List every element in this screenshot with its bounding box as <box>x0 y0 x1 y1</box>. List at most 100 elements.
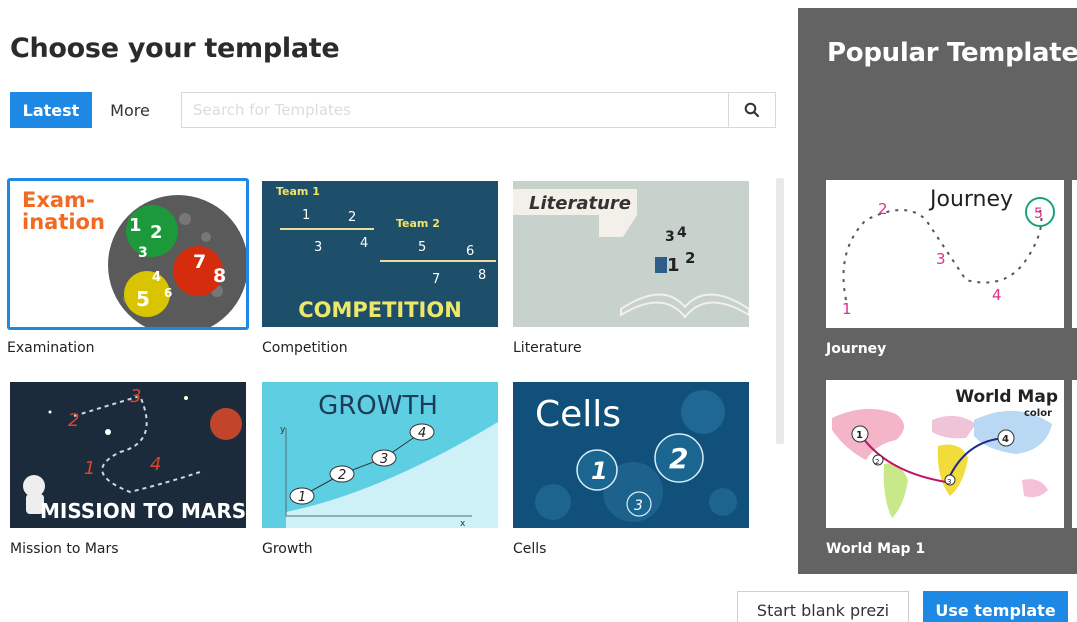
world-num-2: 2 <box>875 458 879 466</box>
journey-num-3: 3 <box>936 250 946 268</box>
popular-templates-panel: Popular Templates Journey 5 2 3 1 4 Jour… <box>798 8 1077 574</box>
template-card-competition[interactable]: Team 1 Team 2 1 2 3 4 5 6 7 8 COMPETITIO… <box>262 181 502 356</box>
exam-num-6: 6 <box>164 286 172 300</box>
template-label: Mission to Mars <box>10 541 119 557</box>
template-card-examination[interactable]: Exam- ination 1 2 3 4 5 6 7 8 Examinatio… <box>7 178 249 356</box>
growth-title: GROWTH <box>318 391 438 421</box>
world-map-subtitle: color <box>1024 408 1052 419</box>
mars-artwork: 2 3 1 4 MISSION TO MARS <box>10 382 246 528</box>
literature-artwork: Literature 3 4 1 2 <box>513 181 749 327</box>
template-card-literature[interactable]: Literature 3 4 1 2 Literature <box>513 181 753 356</box>
world-num-3: 3 <box>947 478 951 486</box>
exam-num-8: 8 <box>213 265 226 287</box>
template-thumbnail: Literature 3 4 1 2 <box>513 181 749 327</box>
journey-title: Journey <box>928 187 1013 212</box>
exam-num-3: 3 <box>138 245 148 261</box>
mars-num-1: 1 <box>84 458 95 479</box>
mars-num-2: 2 <box>68 410 79 431</box>
world-map-title: World Map <box>955 387 1058 407</box>
search-input[interactable] <box>181 92 729 128</box>
popular-thumbnail: Journey 5 2 3 1 4 <box>826 180 1064 328</box>
lit-num-4: 4 <box>677 225 687 241</box>
template-thumb-frame: Exam- ination 1 2 3 4 5 6 7 8 <box>7 178 249 330</box>
template-thumbnail: Team 1 Team 2 1 2 3 4 5 6 7 8 COMPETITIO… <box>262 181 498 327</box>
exam-num-5: 5 <box>136 287 150 311</box>
lit-num-2: 2 <box>685 249 695 267</box>
template-card-mission-to-mars[interactable]: 2 3 1 4 MISSION TO MARS Mission to Mars <box>10 382 250 557</box>
tab-latest[interactable]: Latest <box>10 92 92 128</box>
growth-x-axis: x <box>460 519 466 528</box>
tab-more[interactable]: More <box>100 92 160 128</box>
exam-num-1: 1 <box>129 215 142 236</box>
world-num-1: 1 <box>856 430 863 441</box>
popular-label: Journey <box>826 341 887 357</box>
exam-title-line2: ination <box>22 210 105 234</box>
growth-y-axis: y <box>280 425 286 435</box>
world-map-artwork: 1 2 3 4 World Map color <box>826 380 1064 528</box>
search-button[interactable] <box>728 92 776 128</box>
template-thumbnail: 2 3 1 4 MISSION TO MARS <box>10 382 246 528</box>
search-icon <box>744 102 760 118</box>
comp-num-5: 5 <box>418 240 426 255</box>
popular-thumbnail: 1 2 3 4 World Map color <box>826 380 1064 528</box>
growth-num-4: 4 <box>418 426 426 441</box>
cells-title: Cells <box>535 394 621 435</box>
template-label: Literature <box>513 340 582 356</box>
journey-num-5: 5 <box>1034 206 1043 222</box>
world-num-4: 4 <box>1002 434 1009 445</box>
comp-num-7: 7 <box>432 272 440 287</box>
cells-num-2: 2 <box>669 442 688 475</box>
template-chooser: Choose your template Latest More Search … <box>0 0 1077 622</box>
start-blank-button[interactable]: Start blank prezi <box>737 591 909 622</box>
popular-label: World Map 1 <box>826 541 926 557</box>
mars-num-4: 4 <box>150 454 161 475</box>
popular-next-card-peek[interactable] <box>1072 380 1077 528</box>
comp-num-8: 8 <box>478 268 486 283</box>
template-thumbnail: Cells 1 2 3 <box>513 382 749 528</box>
template-label: Growth <box>262 541 313 557</box>
popular-card-journey[interactable]: Journey 5 2 3 1 4 Journey <box>826 180 1064 357</box>
comp-num-4: 4 <box>360 236 368 251</box>
template-label: Competition <box>262 340 348 356</box>
mars-title: MISSION TO MARS <box>40 499 246 523</box>
growth-num-1: 1 <box>298 490 306 505</box>
exam-num-7: 7 <box>193 251 206 273</box>
competition-artwork: Team 1 Team 2 1 2 3 4 5 6 7 8 COMPETITIO… <box>262 181 498 327</box>
mars-num-3: 3 <box>130 386 141 407</box>
growth-artwork: y x GROWTH 1 2 3 4 <box>262 382 498 528</box>
template-thumbnail: y x GROWTH 1 2 3 4 <box>262 382 498 528</box>
popular-card-world-map[interactable]: 1 2 3 4 World Map color World Map 1 <box>826 380 1064 557</box>
exam-num-2: 2 <box>150 222 163 243</box>
journey-num-1: 1 <box>842 300 852 318</box>
competition-title: COMPETITION <box>298 298 462 322</box>
cells-num-1: 1 <box>591 457 608 485</box>
literature-title: Literature <box>529 193 631 214</box>
team2-label: Team 2 <box>396 217 440 230</box>
team1-label: Team 1 <box>276 185 320 198</box>
comp-num-1: 1 <box>302 208 310 223</box>
template-label: Examination <box>7 340 95 356</box>
lit-num-1: 1 <box>667 255 680 276</box>
page-title: Choose your template <box>10 33 340 64</box>
cells-artwork: Cells 1 2 3 <box>513 382 749 528</box>
popular-templates-title: Popular Templates <box>827 38 1077 68</box>
journey-num-4: 4 <box>992 286 1002 304</box>
exam-title-line1: Exam- <box>22 188 95 212</box>
journey-num-2: 2 <box>878 200 888 218</box>
growth-num-3: 3 <box>380 452 388 467</box>
comp-num-3: 3 <box>314 240 322 255</box>
comp-num-6: 6 <box>466 244 474 259</box>
exam-num-4: 4 <box>152 270 161 285</box>
template-label: Cells <box>513 541 547 557</box>
examination-artwork: Exam- ination 1 2 3 4 5 6 7 8 <box>22 188 246 327</box>
template-grid-scrollbar[interactable] <box>776 178 784 444</box>
template-card-growth[interactable]: y x GROWTH 1 2 3 4 Growth <box>262 382 502 557</box>
comp-num-2: 2 <box>348 210 356 225</box>
popular-next-card-peek[interactable] <box>1072 180 1077 328</box>
cells-num-3: 3 <box>634 498 643 514</box>
use-template-button[interactable]: Use template <box>923 591 1068 622</box>
template-thumbnail: Exam- ination 1 2 3 4 5 6 7 8 <box>10 181 246 327</box>
growth-num-2: 2 <box>338 468 346 483</box>
journey-artwork: Journey 5 2 3 1 4 <box>826 180 1064 328</box>
template-card-cells[interactable]: Cells 1 2 3 Cells <box>513 382 753 557</box>
